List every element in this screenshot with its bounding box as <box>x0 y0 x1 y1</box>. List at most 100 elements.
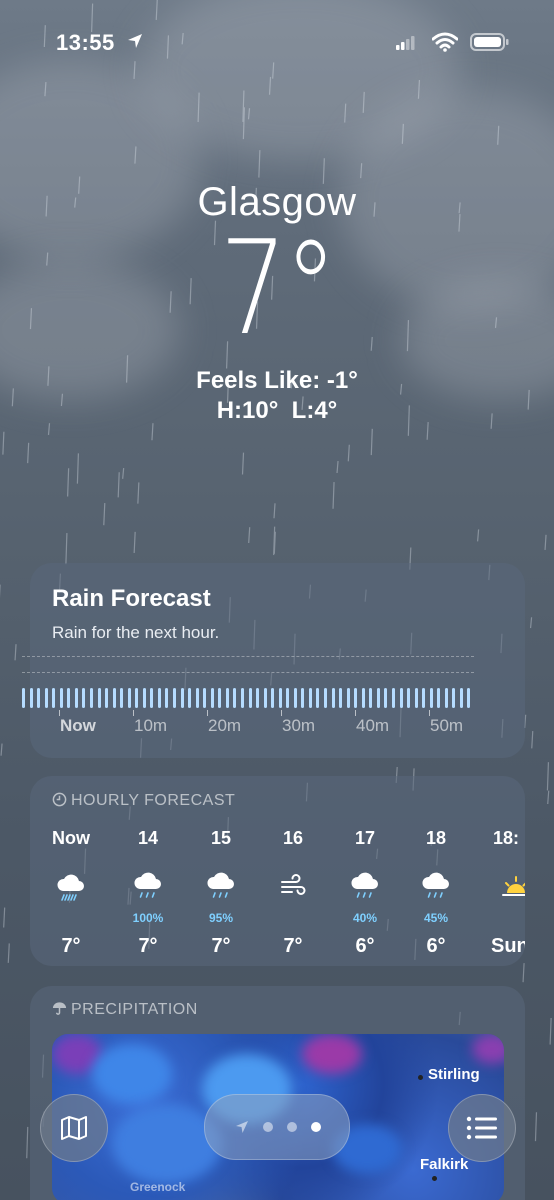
map-button[interactable] <box>40 1094 108 1162</box>
rain-intensity-bar <box>414 688 418 708</box>
rain-intensity-bar <box>157 688 161 708</box>
hour-item[interactable]: Now 7° <box>36 828 106 958</box>
heavy-rain-cloud-icon <box>36 871 106 911</box>
rain-streak <box>26 1126 29 1159</box>
rain-streak <box>544 534 547 550</box>
rain-streak <box>273 503 276 519</box>
clock-icon <box>52 792 67 807</box>
rain-intensity-bar <box>459 688 463 708</box>
rain-intensity-bar <box>308 688 312 708</box>
rain-intensity-bar <box>173 688 176 708</box>
hour-precip-prob: 45% <box>423 911 449 925</box>
hour-item[interactable]: 18: Sun <box>477 828 525 958</box>
rain-intensity-bar <box>195 688 199 708</box>
rain-streak <box>336 461 339 474</box>
rain-intensity-bar <box>331 688 335 708</box>
rain-intensity-bar <box>399 688 403 708</box>
hour-item[interactable]: 14 100% 7° <box>113 828 183 958</box>
city-list-button[interactable] <box>448 1094 516 1162</box>
rain-streak <box>3 907 6 928</box>
current-weather: Glasgow 7° Feels Like: -1° H:10° L:4° <box>0 180 554 425</box>
rain-intensity-bar <box>135 688 139 708</box>
rain-streak <box>117 472 120 498</box>
hour-item[interactable]: 18 45% 6° <box>401 828 471 958</box>
rain-streak <box>370 428 373 456</box>
hour-time: Now <box>52 828 90 848</box>
rain-intensity-bar <box>22 688 25 708</box>
rain-intensity-bar <box>346 688 350 708</box>
rain-streak <box>122 467 125 479</box>
rain-intensity-bar <box>89 688 93 708</box>
rain-forecast-title: Rain Forecast <box>52 585 211 612</box>
rain-intensity-bar <box>127 688 131 708</box>
rain-intensity-bar <box>354 688 358 708</box>
hour-precip-prob: 95% <box>208 911 234 925</box>
rain-intensity-bar <box>301 688 305 708</box>
axis-label-40m: 40m <box>356 716 390 735</box>
rain-streak <box>477 529 480 542</box>
hour-precip-prob: 40% <box>352 911 378 925</box>
cellular-signal-icon <box>396 36 415 50</box>
rain-intensity-bar <box>286 688 290 708</box>
hour-temp: 7° <box>211 935 231 957</box>
hour-time: 15 <box>210 828 232 848</box>
rain-intensity-bar <box>339 688 343 708</box>
hour-item[interactable]: 17 40% 6° <box>330 828 400 958</box>
rain-intensity-bar <box>225 688 229 708</box>
rain-streak <box>248 527 251 544</box>
rain-streak <box>0 743 3 756</box>
rain-intensity-bar <box>82 688 86 708</box>
rain-intensity-bar <box>278 688 282 708</box>
wifi-icon <box>432 32 458 52</box>
rain-intensity-bar <box>188 688 192 708</box>
hourly-forecast-card[interactable]: HOURLY FORECAST Now 7° 14 100% 7° 15 95%… <box>30 776 525 966</box>
axis-label-now: Now <box>60 716 96 735</box>
hour-time: 17 <box>354 828 376 848</box>
hour-precip-prob: 100% <box>132 911 164 925</box>
sunset-icon <box>477 871 525 911</box>
rain-streak <box>14 644 17 661</box>
page-dot-active[interactable] <box>311 1122 321 1132</box>
page-dot[interactable] <box>287 1122 297 1132</box>
rain-intensity-bar <box>271 688 275 708</box>
rain-intensity-bar <box>263 688 267 708</box>
battery-icon <box>470 33 509 51</box>
precipitation-header-label: PRECIPITATION <box>71 1001 198 1018</box>
hour-precip-prob <box>258 911 328 925</box>
rain-chart-gridline <box>22 656 474 657</box>
map-icon <box>61 1116 87 1140</box>
rain-streak <box>151 423 154 441</box>
rain-intensity-bar <box>361 688 365 708</box>
rain-intensity-bar <box>444 688 448 708</box>
precipitation-card[interactable]: PRECIPITATION Stirling Falkirk Greenock <box>30 986 525 1200</box>
rain-streak <box>549 1018 552 1045</box>
page-indicator[interactable] <box>204 1094 350 1160</box>
hour-item[interactable]: 16 7° <box>258 828 328 958</box>
rain-cloud-icon <box>401 871 471 911</box>
map-label-greenock: Greenock <box>130 1180 186 1194</box>
rain-streak <box>534 1112 538 1142</box>
rain-intensity-bars <box>22 688 474 710</box>
hour-temp: Sun <box>491 935 525 957</box>
rain-streak <box>332 482 335 509</box>
rain-streak <box>273 531 276 554</box>
precipitation-header: PRECIPITATION <box>52 1000 198 1019</box>
rain-intensity-bar <box>316 688 320 708</box>
rain-streak <box>65 533 68 565</box>
rain-streak <box>529 617 533 629</box>
page-dot[interactable] <box>263 1122 273 1132</box>
rain-streak <box>7 943 10 963</box>
rain-streak <box>546 762 550 791</box>
hour-item[interactable]: 15 95% 7° <box>186 828 256 958</box>
hour-time: 14 <box>137 828 159 848</box>
rain-streak <box>522 963 525 983</box>
rain-streak <box>133 531 136 554</box>
rain-intensity-bar <box>384 688 388 708</box>
rain-streak <box>76 453 79 484</box>
hourly-header-label: HOURLY FORECAST <box>71 792 236 809</box>
rain-intensity-bar <box>293 688 297 708</box>
rain-streak <box>2 431 5 455</box>
rain-intensity-bar <box>112 688 116 708</box>
rain-cloud-icon <box>186 871 256 911</box>
rain-streak <box>137 482 140 504</box>
